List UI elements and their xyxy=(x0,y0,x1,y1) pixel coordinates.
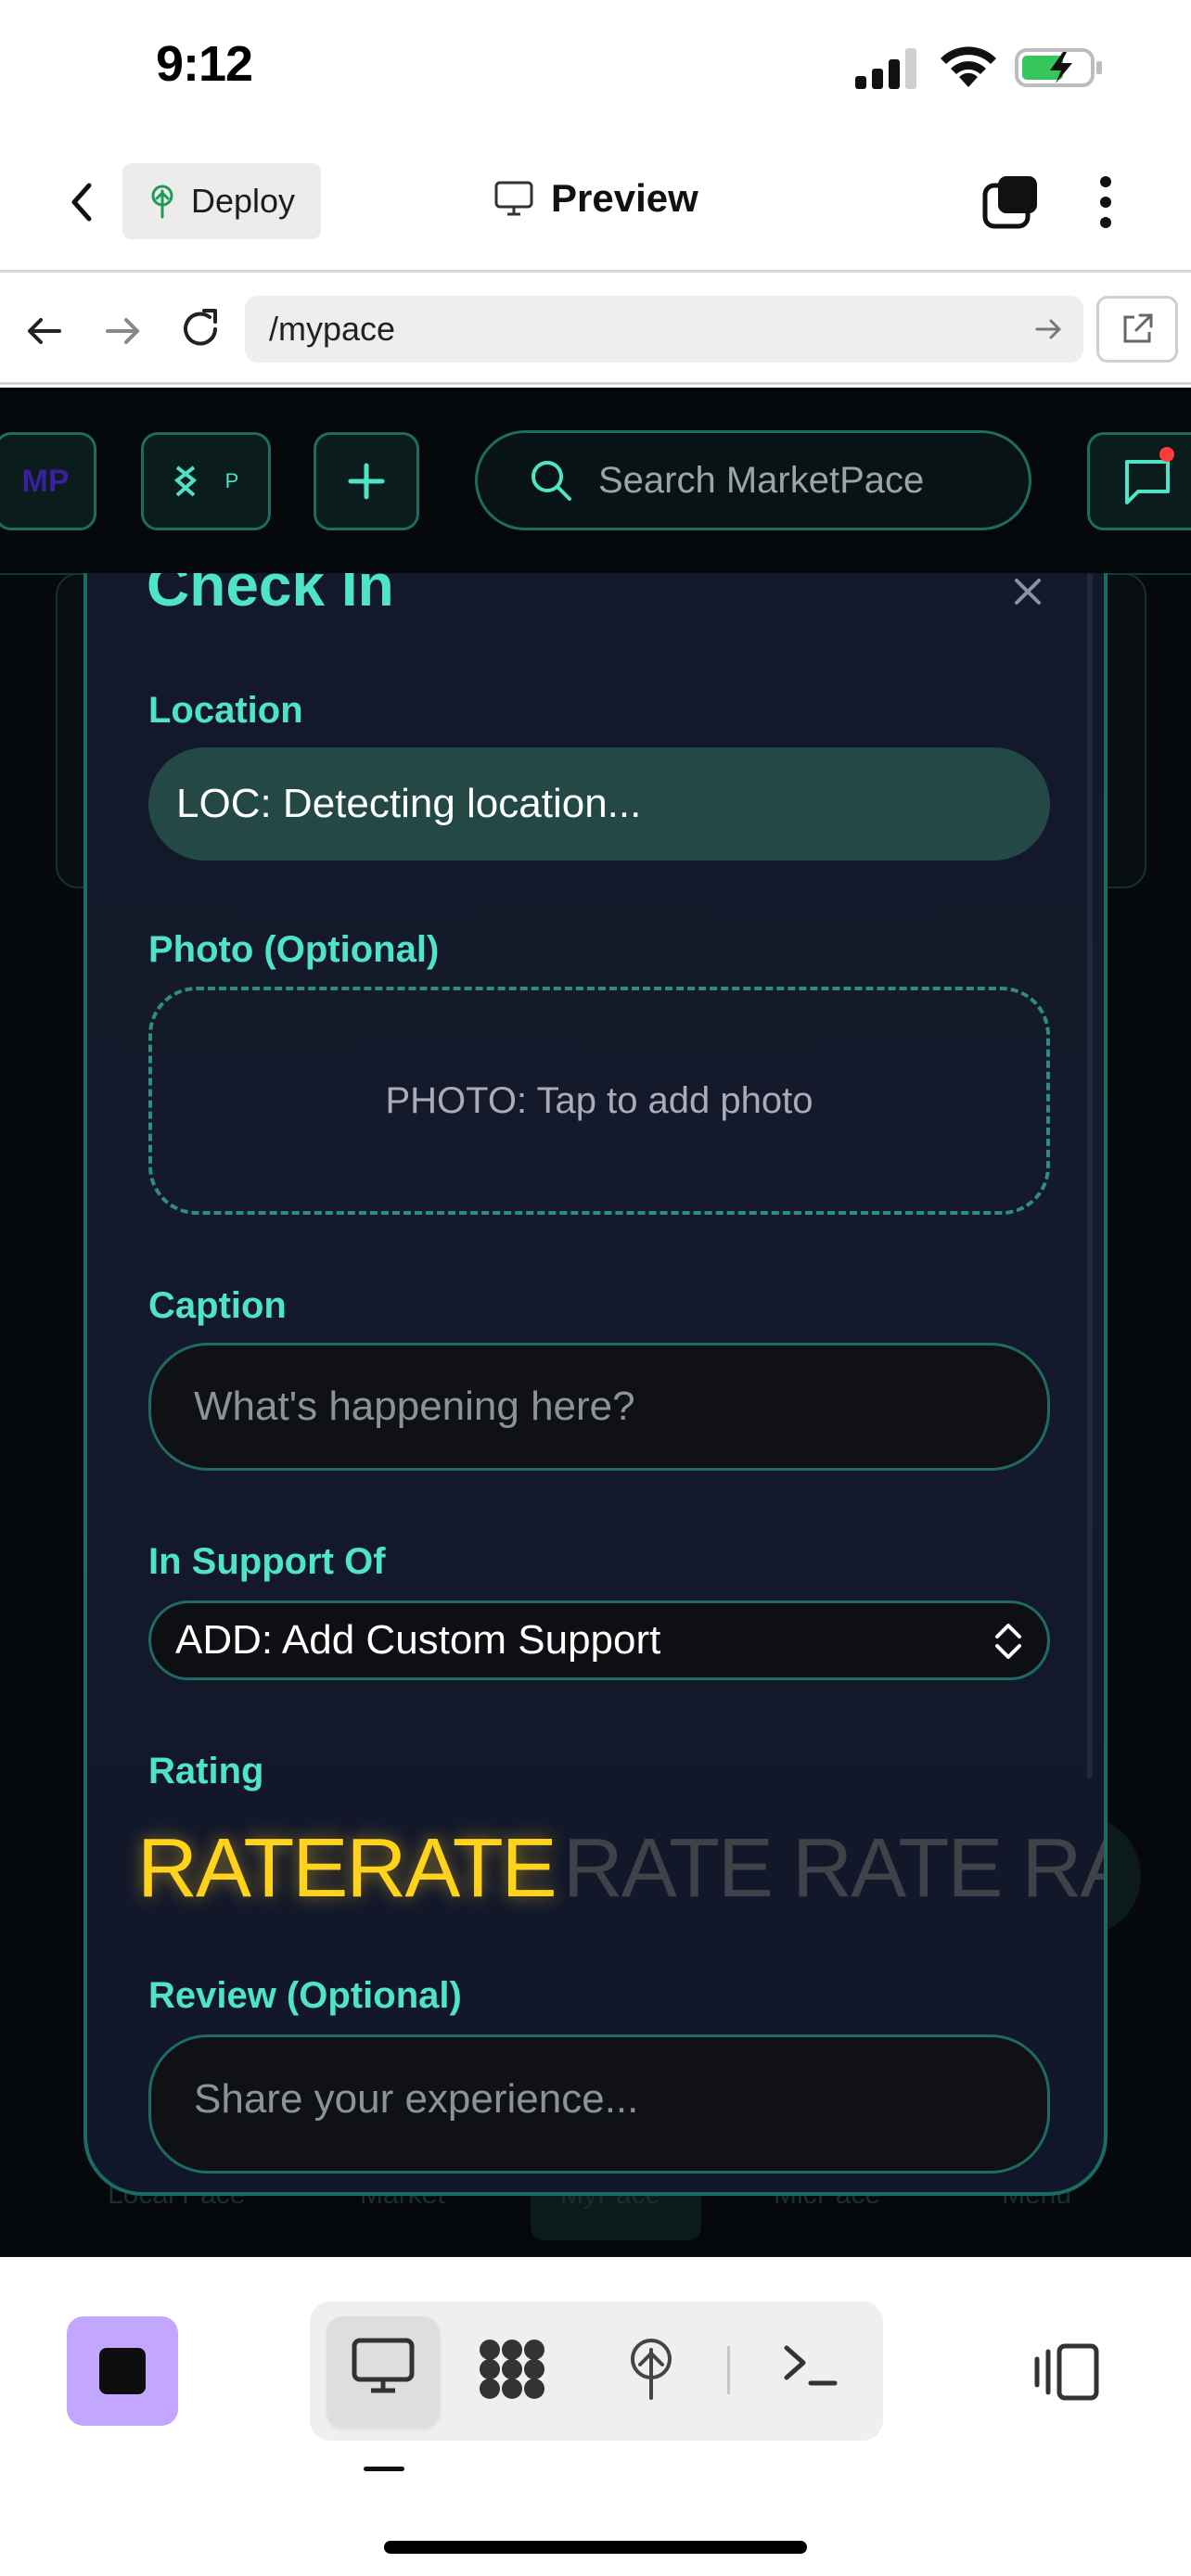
active-view-indicator xyxy=(364,2467,404,2471)
rating-item[interactable]: RATE xyxy=(563,1821,774,1932)
preview-tab-title[interactable]: Preview xyxy=(493,176,698,221)
mp-button[interactable]: MP xyxy=(0,432,96,530)
signal-icon xyxy=(853,46,920,89)
stop-icon xyxy=(99,2348,146,2394)
review-placeholder: Share your experience... xyxy=(194,2076,639,2122)
rating-item[interactable]: RATE xyxy=(346,1821,557,1932)
panel-toggle-icon[interactable] xyxy=(1031,2342,1102,2402)
logo-icon xyxy=(173,465,197,497)
close-icon[interactable] xyxy=(1009,573,1046,610)
shell-icon[interactable] xyxy=(781,2337,840,2392)
view-divider xyxy=(727,2346,730,2394)
url-bar: /mypace xyxy=(0,275,1191,385)
status-time: 9:12 xyxy=(156,36,253,92)
check-in-modal: Check In Location LOC: Detecting locatio… xyxy=(83,573,1108,2196)
replit-bottom-bar xyxy=(0,2257,1191,2576)
rating-item[interactable]: RATE xyxy=(1021,1821,1104,1932)
chat-button[interactable] xyxy=(1087,432,1191,530)
deploy-icon xyxy=(151,185,173,219)
modal-scrollbar[interactable] xyxy=(1087,573,1093,1779)
photo-label: Photo (Optional) xyxy=(148,929,440,970)
go-arrow-icon[interactable] xyxy=(1033,314,1063,344)
url-input[interactable]: /mypace xyxy=(245,296,1083,363)
support-select[interactable]: ADD: Add Custom Support xyxy=(148,1600,1050,1680)
search-placeholder: Search MarketPace xyxy=(598,459,925,501)
stop-button[interactable] xyxy=(67,2316,178,2426)
select-chevron-icon xyxy=(990,1618,1027,1664)
more-vertical-icon[interactable] xyxy=(1093,172,1119,232)
modal-title: Check In xyxy=(147,573,394,618)
review-input[interactable]: Share your experience... xyxy=(148,2034,1050,2174)
photo-prompt: PHOTO: Tap to add photo xyxy=(385,1079,813,1121)
monitor-icon xyxy=(494,181,533,216)
external-link-icon[interactable] xyxy=(1096,296,1178,363)
caption-input[interactable]: What's happening here? xyxy=(148,1343,1050,1471)
caption-placeholder: What's happening here? xyxy=(194,1384,635,1429)
preview-label: Preview xyxy=(551,176,698,220)
preview-tab-icon[interactable] xyxy=(351,2337,416,2396)
notification-dot xyxy=(1159,447,1174,462)
location-field[interactable]: LOC: Detecting location... xyxy=(148,747,1050,861)
status-bar: 9:12 xyxy=(0,0,1191,139)
plus-icon xyxy=(348,463,385,500)
wifi-icon xyxy=(937,43,1000,89)
location-value: LOC: Detecting location... xyxy=(176,781,642,826)
home-indicator xyxy=(384,2541,807,2554)
workflows-icon[interactable] xyxy=(477,2337,547,2402)
deployments-icon[interactable] xyxy=(623,2337,679,2402)
view-switcher xyxy=(310,2302,883,2441)
back-arrow-icon[interactable] xyxy=(22,309,67,353)
tabs-icon[interactable] xyxy=(981,174,1041,230)
support-value: ADD: Add Custom Support xyxy=(175,1617,661,1663)
chevron-left-icon[interactable] xyxy=(58,176,109,228)
add-button[interactable] xyxy=(314,432,419,530)
rating-stars: RATE RATE RATE RATE RATE xyxy=(137,1821,1104,1932)
app-viewport: Local Pace Market MyPace MicPace Menu MP… xyxy=(0,388,1191,2257)
logo-sub-label: P xyxy=(224,469,239,492)
battery-icon xyxy=(1015,46,1104,89)
reload-icon[interactable] xyxy=(176,305,224,353)
caption-label: Caption xyxy=(148,1285,287,1326)
chat-icon xyxy=(1125,460,1170,504)
logo-button[interactable]: P xyxy=(141,432,271,530)
mp-label: MP xyxy=(21,463,70,499)
location-label: Location xyxy=(148,690,303,731)
search-icon xyxy=(531,461,571,501)
rating-label: Rating xyxy=(148,1751,264,1792)
photo-upload[interactable]: PHOTO: Tap to add photo xyxy=(148,987,1050,1215)
support-label: In Support Of xyxy=(148,1541,386,1582)
replit-toolbar: Deploy Preview xyxy=(0,139,1191,273)
search-input[interactable]: Search MarketPace xyxy=(475,430,1031,530)
rating-item[interactable]: RATE xyxy=(137,1821,348,1932)
review-label: Review (Optional) xyxy=(148,1975,462,2016)
deploy-label: Deploy xyxy=(191,182,296,220)
forward-arrow-icon[interactable] xyxy=(100,309,145,353)
url-text: /mypace xyxy=(269,310,396,348)
deploy-button[interactable]: Deploy xyxy=(122,163,321,239)
rating-item[interactable]: RATE xyxy=(792,1821,1003,1932)
app-top-nav: MP P Search MarketPace xyxy=(0,388,1191,575)
